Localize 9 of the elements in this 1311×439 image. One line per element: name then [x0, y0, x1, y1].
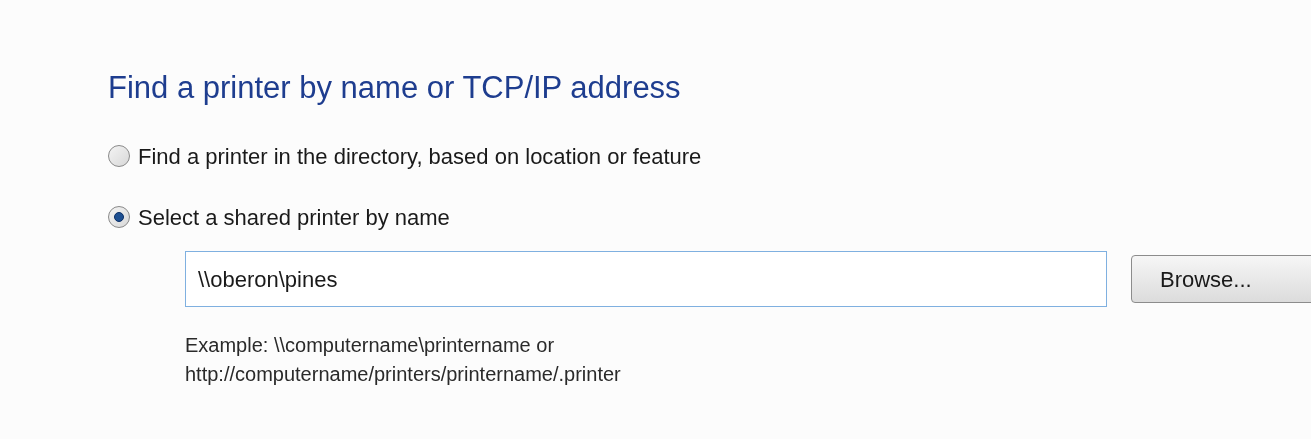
radio-label: Find a printer in the directory, based on location or feature	[138, 142, 702, 171]
browse-button[interactable]: Browse...	[1131, 255, 1311, 303]
example-text: http://computername/printers/printername/.printer	[185, 362, 622, 387]
printer-name-field[interactable]: \\oberon\pines	[185, 251, 1107, 307]
dialog-heading: Find a printer by name or TCP/IP address	[108, 69, 682, 107]
radio-label: Select a shared printer by name	[138, 203, 450, 232]
radio-button[interactable]	[108, 145, 130, 167]
radio-button[interactable]	[108, 206, 130, 228]
example-text: Example: \\computername\printername or	[185, 333, 556, 358]
